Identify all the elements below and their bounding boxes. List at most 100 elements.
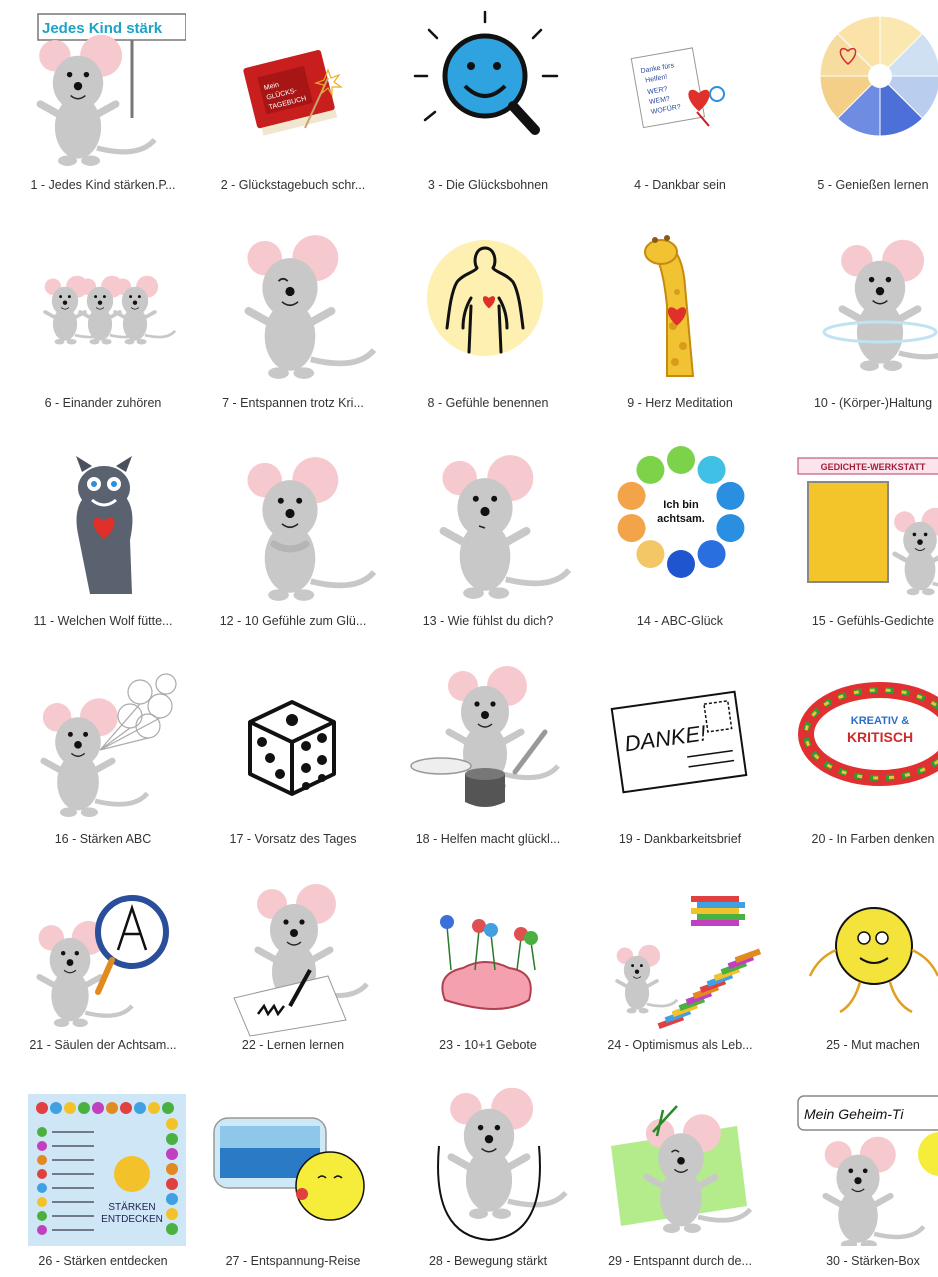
dice-icon[interactable] — [210, 662, 376, 822]
activity-card[interactable]: 10 - (Körper-)Haltung — [778, 218, 938, 418]
activity-card-title[interactable]: 25 - Mut machen — [778, 1038, 938, 1052]
svg-text:ENTDECKEN: ENTDECKEN — [101, 1214, 163, 1225]
activity-card-title[interactable]: 23 - 10+1 Gebote — [393, 1038, 583, 1052]
activity-card-title[interactable]: 13 - Wie fühlst du dich? — [393, 614, 583, 628]
activity-card[interactable]: 23 - 10+1 Gebote — [393, 872, 583, 1072]
activity-card[interactable]: 28 - Bewegung stärkt — [393, 1078, 583, 1277]
activity-card[interactable]: 13 - Wie fühlst du dich? — [393, 436, 583, 636]
mouse-balloons-icon[interactable] — [20, 662, 186, 822]
activity-card[interactable]: Mein Geheim-Ti 30 - Stärken-Box — [778, 1078, 938, 1277]
flowering-brain-icon[interactable] — [405, 880, 571, 1040]
activity-card-title[interactable]: 18 - Helfen macht glückl... — [393, 832, 583, 846]
activity-card-title[interactable]: 10 - (Körper-)Haltung — [778, 396, 938, 410]
mouse-magnifier-icon[interactable] — [20, 880, 186, 1040]
activity-card-title[interactable]: 28 - Bewegung stärkt — [393, 1254, 583, 1268]
activity-card-title[interactable]: 20 - In Farben denken — [778, 832, 938, 846]
activity-card[interactable]: 6 - Einander zuhören — [8, 218, 198, 418]
activity-card-title[interactable]: 16 - Stärken ABC — [8, 832, 198, 846]
strengths-board-icon[interactable]: STÄRKEN ENTDECKEN — [20, 1086, 186, 1246]
activity-card[interactable]: 5 - Genießen lernen — [778, 0, 938, 200]
activity-card-title[interactable]: 24 - Optimismus als Leb... — [585, 1038, 775, 1052]
smiling-magnifier-icon[interactable] — [405, 8, 571, 168]
activity-card[interactable]: 16 - Stärken ABC — [8, 654, 198, 854]
activity-card[interactable]: 7 - Entspannen trotz Kri... — [198, 218, 388, 418]
svg-text:STÄRKEN: STÄRKEN — [108, 1201, 155, 1213]
jumping-sun-icon[interactable] — [790, 880, 938, 1040]
body-heart-icon[interactable] — [405, 226, 571, 386]
activity-card-title[interactable]: 30 - Stärken-Box — [778, 1254, 938, 1268]
dreaming-sun-icon[interactable] — [210, 1086, 376, 1246]
resting-mouse-icon[interactable] — [597, 1086, 763, 1246]
activity-card[interactable]: 12 - 10 Gefühle zum Glü... — [198, 436, 388, 636]
activity-card[interactable]: 3 - Die Glücksbohnen — [393, 0, 583, 200]
activity-card-title[interactable]: 14 - ABC-Glück — [585, 614, 775, 628]
svg-text:KRITISCH: KRITISCH — [847, 729, 913, 745]
red-diary-icon[interactable]: Mein GLÜCKS- TAGEBUCH — [210, 8, 376, 168]
activity-card-title[interactable]: 15 - Gefühls-Gedichte — [778, 614, 938, 628]
activity-card-title[interactable]: 6 - Einander zuhören — [8, 396, 198, 410]
mindful-circle-icon[interactable]: Ich bin achtsam. — [597, 444, 763, 604]
giraffe-heart-icon[interactable] — [597, 226, 763, 386]
activity-card[interactable]: 27 - Entspannung-Reise — [198, 1078, 388, 1277]
secret-tip-mouse-icon[interactable]: Mein Geheim-Ti — [790, 1086, 938, 1246]
helping-mouse-icon[interactable] — [405, 662, 571, 822]
activity-card[interactable]: STÄRKEN ENTDECKEN 26 - Stärken entdecken — [8, 1078, 198, 1277]
activity-card-title[interactable]: 4 - Dankbar sein — [585, 178, 775, 192]
svg-text:Jedes Kind stärk: Jedes Kind stärk — [42, 20, 163, 37]
hugging-mouse-icon[interactable] — [210, 444, 376, 604]
relaxed-mouse-icon[interactable] — [210, 226, 376, 386]
book-stairs-icon[interactable] — [597, 880, 763, 1040]
activity-card-title[interactable]: 12 - 10 Gefühle zum Glü... — [198, 614, 388, 628]
svg-text:Ich bin: Ich bin — [663, 499, 699, 511]
activity-card-title[interactable]: 3 - Die Glücksbohnen — [393, 178, 583, 192]
mouse-with-sign-icon[interactable]: Jedes Kind stärk — [20, 8, 186, 168]
activity-card-title[interactable]: 1 - Jedes Kind stärken.P... — [8, 178, 198, 192]
activity-card-title[interactable]: 7 - Entspannen trotz Kri... — [198, 396, 388, 410]
activity-grid: Jedes Kind stärk 1 - Jedes Kind stärken.… — [0, 0, 938, 1277]
activity-card[interactable]: Mein GLÜCKS- TAGEBUCH 2 - Glückstagebuch… — [198, 0, 388, 200]
activity-card-title[interactable]: 19 - Dankbarkeitsbrief — [585, 832, 775, 846]
activity-card-title[interactable]: 17 - Vorsatz des Tages — [198, 832, 388, 846]
activity-card-title[interactable]: 8 - Gefühle benennen — [393, 396, 583, 410]
activity-card[interactable]: 22 - Lernen lernen — [198, 872, 388, 1072]
activity-card[interactable]: 17 - Vorsatz des Tages — [198, 654, 388, 854]
activity-card[interactable]: 18 - Helfen macht glückl... — [393, 654, 583, 854]
spinning-mouse-icon[interactable] — [790, 226, 938, 386]
activity-card[interactable]: 25 - Mut machen — [778, 872, 938, 1072]
activity-card-title[interactable]: 9 - Herz Meditation — [585, 396, 775, 410]
activity-card-title[interactable]: 22 - Lernen lernen — [198, 1038, 388, 1052]
activity-card-title[interactable]: 11 - Welchen Wolf fütte... — [8, 614, 198, 628]
activity-card-title[interactable]: 5 - Genießen lernen — [778, 178, 938, 192]
thank-you-postcard-icon[interactable]: DANKE! — [597, 662, 763, 822]
wolf-heart-icon[interactable] — [20, 444, 186, 604]
thank-you-note-icon[interactable]: Danke fürs Helfen! WER? WEM? WOFÜR? — [597, 8, 763, 168]
activity-card[interactable]: 21 - Säulen der Achtsam... — [8, 872, 198, 1072]
activity-card[interactable]: Ich bin achtsam. 14 - ABC-Glück — [585, 436, 775, 636]
activity-card-title[interactable]: 27 - Entspannung-Reise — [198, 1254, 388, 1268]
senses-wheel-icon[interactable] — [790, 8, 938, 168]
activity-card[interactable]: 24 - Optimismus als Leb... — [585, 872, 775, 1072]
activity-card[interactable]: 11 - Welchen Wolf fütte... — [8, 436, 198, 636]
svg-text:achtsam.: achtsam. — [657, 513, 705, 525]
activity-card-title[interactable]: 21 - Säulen der Achtsam... — [8, 1038, 198, 1052]
svg-text:Mein Geheim-Ti: Mein Geheim-Ti — [804, 1106, 904, 1122]
activity-card[interactable]: KREATIV & KRITISCH 20 - In Farben denken — [778, 654, 938, 854]
three-mice-icon[interactable] — [20, 226, 186, 386]
thinking-mouse-icon[interactable] — [405, 444, 571, 604]
activity-card-title[interactable]: 2 - Glückstagebuch schr... — [198, 178, 388, 192]
activity-card-title[interactable]: 29 - Entspannt durch de... — [585, 1254, 775, 1268]
board-game-icon[interactable]: KREATIV & KRITISCH — [790, 662, 938, 822]
activity-card[interactable]: 8 - Gefühle benennen — [393, 218, 583, 418]
activity-card[interactable]: GEDICHTE-WERKSTATT 15 - Gefühls-Gedichte — [778, 436, 938, 636]
activity-card[interactable]: DANKE! 19 - Dankbarkeitsbrief — [585, 654, 775, 854]
activity-card[interactable]: Danke fürs Helfen! WER? WEM? WOFÜR? 4 - … — [585, 0, 775, 200]
activity-card[interactable]: 9 - Herz Meditation — [585, 218, 775, 418]
poem-workshop-icon[interactable]: GEDICHTE-WERKSTATT — [790, 444, 938, 604]
activity-card[interactable]: 29 - Entspannt durch de... — [585, 1078, 775, 1277]
writing-mouse-icon[interactable] — [210, 880, 376, 1040]
svg-text:KREATIV &: KREATIV & — [851, 715, 910, 727]
activity-card-title[interactable]: 26 - Stärken entdecken — [8, 1254, 198, 1268]
jumping-rope-mouse-icon[interactable] — [405, 1086, 571, 1246]
svg-text:GEDICHTE-WERKSTATT: GEDICHTE-WERKSTATT — [821, 462, 926, 472]
activity-card[interactable]: Jedes Kind stärk 1 - Jedes Kind stärken.… — [8, 0, 198, 200]
